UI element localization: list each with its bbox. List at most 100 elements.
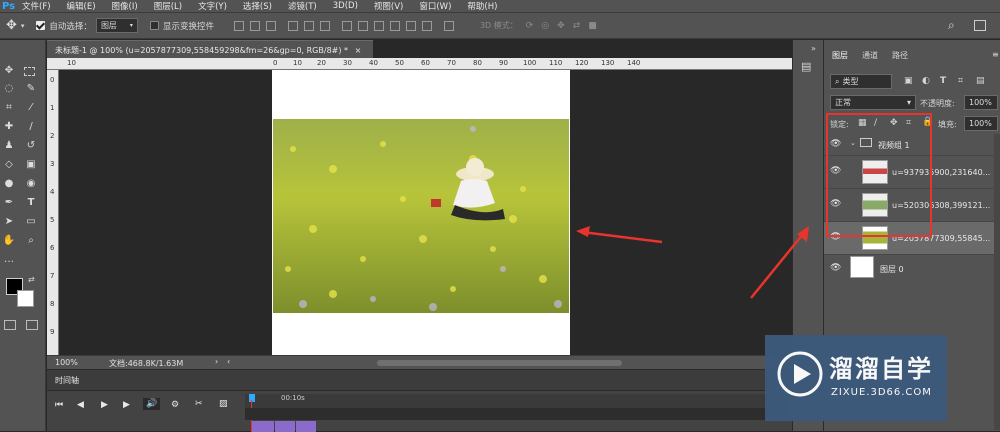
history-brush-icon[interactable]: ↺ [24, 139, 38, 153]
menu-filter[interactable]: 滤镜(T) [288, 0, 317, 12]
panel-menu-icon[interactable]: ≡ [992, 50, 999, 59]
show-transform-checkbox[interactable] [149, 21, 159, 30]
document-tab[interactable]: 未标题-1 @ 100% (u=2057877309,558459298&fm=… [47, 40, 373, 58]
path-select-icon[interactable]: ➤ [2, 215, 16, 229]
align-hcenter-icon[interactable] [303, 20, 314, 31]
quick-select-icon[interactable]: ✎ [24, 82, 38, 96]
pixel-filter-icon[interactable]: ▣ [904, 76, 913, 86]
blur-tool-icon[interactable]: ● [2, 177, 16, 191]
close-icon[interactable]: × [355, 46, 362, 55]
zoom-level[interactable]: 100% [55, 358, 78, 367]
opacity-input[interactable]: 100% [964, 95, 998, 110]
layer-row[interactable]: 👁 图层 0 [824, 255, 1000, 281]
horizontal-scrollbar[interactable] [377, 360, 622, 366]
distribute-top-icon[interactable] [341, 20, 352, 31]
slide-3d-icon[interactable]: ⇄ [573, 21, 581, 31]
auto-align-icon[interactable] [443, 20, 454, 31]
layer-filter-dropdown[interactable]: ⌕ 类型 [830, 74, 892, 89]
settings-icon[interactable]: ⚙ [171, 400, 179, 410]
shape-filter-icon[interactable]: ⌗ [958, 76, 963, 86]
menu-edit[interactable]: 编辑(E) [67, 0, 96, 12]
tab-layers[interactable]: 图层 [832, 50, 848, 61]
stamp-tool-icon[interactable]: ♟ [2, 139, 16, 153]
menu-window[interactable]: 窗口(W) [419, 0, 451, 12]
background-color-swatch[interactable] [17, 290, 34, 307]
crop-tool-icon[interactable]: ⌗ [2, 101, 16, 115]
pan-3d-icon[interactable]: ✥ [557, 21, 565, 31]
pen-tool-icon[interactable]: ✒ [2, 196, 16, 210]
type-filter-icon[interactable]: T [940, 76, 946, 86]
distribute-bottom-icon[interactable] [373, 20, 384, 31]
blend-mode-dropdown[interactable]: 正常 ▾ [830, 95, 916, 110]
more-tools-icon[interactable]: … [2, 253, 16, 267]
orbit-3d-icon[interactable]: ⟳ [526, 21, 534, 31]
menu-select[interactable]: 选择(S) [243, 0, 272, 12]
menu-view[interactable]: 视图(V) [374, 0, 403, 12]
auto-select-dropdown[interactable]: 图层 ▾ [95, 18, 138, 33]
screen-mode-icon[interactable] [26, 320, 38, 330]
distribute-left-icon[interactable] [389, 20, 400, 31]
search-icon[interactable]: ⌕ [948, 18, 955, 33]
hand-tool-icon[interactable]: ✋ [2, 234, 16, 248]
vertical-scrollbar[interactable] [994, 134, 1000, 430]
adjustment-filter-icon[interactable]: ◐ [922, 76, 930, 86]
eraser-tool-icon[interactable]: ◇ [2, 158, 16, 172]
menu-type[interactable]: 文字(Y) [198, 0, 227, 12]
video-clip[interactable] [275, 421, 295, 432]
eyedropper-icon[interactable]: ⁄ [24, 101, 38, 115]
dodge-tool-icon[interactable]: ◉ [24, 177, 38, 191]
brush-tool-icon[interactable]: / [24, 120, 38, 134]
workspace-icon[interactable] [974, 20, 986, 31]
lasso-tool-icon[interactable]: ◌ [2, 82, 16, 96]
align-left-icon[interactable] [287, 20, 298, 31]
tab-channels[interactable]: 通道 [862, 50, 878, 61]
menu-layer[interactable]: 图层(L) [154, 0, 182, 12]
prev-frame-icon[interactable]: ◀ [77, 400, 84, 410]
chevron-left-icon[interactable]: ‹ [227, 357, 230, 366]
move-tool-icon[interactable]: ✥ [6, 18, 17, 33]
swap-colors-icon[interactable]: ⇄ [28, 275, 35, 284]
chevron-right-icon[interactable]: › [215, 357, 218, 366]
healing-brush-icon[interactable]: ✚ [2, 120, 16, 134]
video-clip[interactable] [252, 421, 274, 432]
smart-filter-icon[interactable]: ▤ [976, 76, 985, 86]
scale-3d-icon[interactable]: ■ [588, 21, 597, 31]
auto-select-checkbox[interactable] [36, 21, 46, 30]
fill-input[interactable]: 100% [964, 116, 998, 131]
align-right-icon[interactable] [319, 20, 330, 31]
roll-3d-icon[interactable]: ◎ [541, 21, 549, 31]
align-bottom-icon[interactable] [265, 20, 276, 31]
timeline-ruler[interactable] [245, 394, 790, 408]
type-tool-icon[interactable]: T [24, 196, 38, 210]
audio-icon[interactable]: 🔊 [143, 398, 161, 410]
distribute-vcenter-icon[interactable] [357, 20, 368, 31]
align-top-icon[interactable] [233, 20, 244, 31]
align-vcenter-icon[interactable] [249, 20, 260, 31]
meadow-photo[interactable] [273, 119, 569, 313]
collapse-panels-icon[interactable]: » [811, 44, 816, 53]
timeline-tab[interactable]: 时间轴 [55, 375, 79, 386]
quick-mask-icon[interactable] [4, 320, 16, 330]
play-icon[interactable]: ▶ [101, 400, 108, 410]
distribute-hcenter-icon[interactable] [405, 20, 416, 31]
chevron-down-icon[interactable]: ▾ [21, 22, 25, 30]
first-frame-icon[interactable]: ⏮ [55, 400, 63, 410]
next-frame-icon[interactable]: ▶ [123, 400, 130, 410]
move-tool-icon[interactable]: ✥ [2, 64, 16, 78]
split-icon[interactable]: ✂ [195, 399, 203, 409]
work-area-bar[interactable] [245, 408, 790, 420]
video-clip[interactable] [296, 421, 316, 432]
menu-file[interactable]: 文件(F) [22, 0, 51, 12]
menu-help[interactable]: 帮助(H) [467, 0, 497, 12]
gradient-tool-icon[interactable]: ▣ [24, 158, 38, 172]
menu-3d[interactable]: 3D(D) [333, 1, 358, 11]
visibility-eye-icon[interactable]: 👁 [830, 263, 842, 275]
menu-image[interactable]: 图像(I) [112, 0, 138, 12]
marquee-tool-icon[interactable] [24, 67, 35, 76]
playhead[interactable] [249, 394, 255, 402]
transition-icon[interactable]: ▨ [219, 399, 228, 409]
tab-paths[interactable]: 路径 [892, 50, 908, 61]
distribute-right-icon[interactable] [421, 20, 432, 31]
history-panel-icon[interactable]: ▤ [801, 60, 811, 73]
zoom-tool-icon[interactable]: ⌕ [24, 234, 38, 248]
